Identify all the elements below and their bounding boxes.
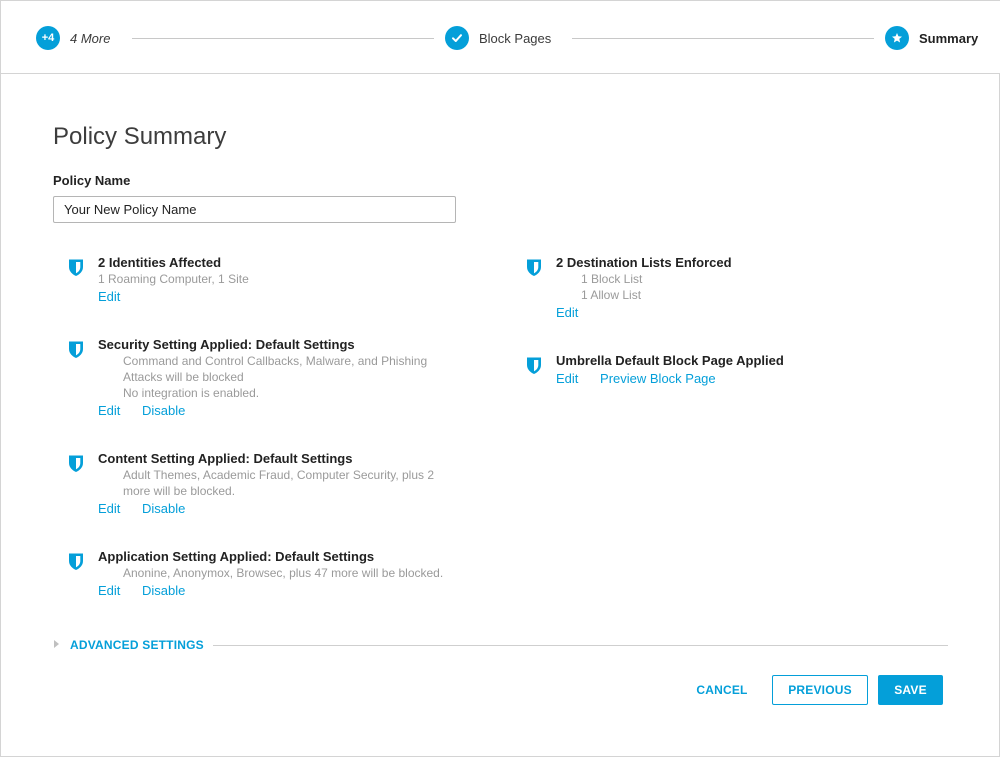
page-title: Policy Summary <box>53 123 227 150</box>
shield-icon <box>69 455 83 472</box>
application-disable-link[interactable]: Disable <box>142 583 185 598</box>
security-integration-note: No integration is enabled. <box>123 386 260 400</box>
shield-icon <box>527 259 541 276</box>
security-disable-link[interactable]: Disable <box>142 403 185 418</box>
advanced-settings-toggle[interactable]: ADVANCED SETTINGS <box>70 638 204 652</box>
policy-name-label: Policy Name <box>53 173 131 188</box>
step-block-pages-label: Block Pages <box>479 30 552 46</box>
content-edit-link[interactable]: Edit <box>98 501 120 516</box>
destination-lists-title: 2 Destination Lists Enforced <box>556 255 732 270</box>
star-icon <box>885 26 909 50</box>
shield-icon <box>527 357 541 374</box>
block-list-count: 1 Block List <box>581 272 643 286</box>
policy-wizard-window: +4 4 More Block Pages Summary Policy Sum… <box>0 0 1000 757</box>
shield-icon <box>69 259 83 276</box>
identities-summary: 2 Identities Affected 1 Roaming Computer… <box>68 255 488 315</box>
step-summary[interactable]: Summary <box>885 25 978 51</box>
step-more-label: 4 More <box>70 30 111 46</box>
application-edit-link[interactable]: Edit <box>98 583 120 598</box>
block-page-edit-link[interactable]: Edit <box>556 371 578 386</box>
step-summary-label: Summary <box>919 30 979 46</box>
application-desc: Anonine, Anonymox, Browsec, plus 47 more… <box>123 566 444 580</box>
step-count-badge: +4 <box>36 26 60 50</box>
identities-edit-link[interactable]: Edit <box>98 289 120 304</box>
allow-list-count: 1 Allow List <box>581 288 642 302</box>
shield-icon <box>69 553 83 570</box>
destination-lists-edit-link[interactable]: Edit <box>556 305 578 320</box>
wizard-stepper: +4 4 More Block Pages Summary <box>1 1 1000 74</box>
check-icon <box>445 26 469 50</box>
step-connector <box>572 38 874 39</box>
security-desc: Command and Control Callbacks, Malware, … <box>123 354 428 384</box>
content-disable-link[interactable]: Disable <box>142 501 185 516</box>
security-title: Security Setting Applied: Default Settin… <box>98 337 355 352</box>
caret-right-icon[interactable] <box>54 640 59 648</box>
step-block-pages[interactable]: Block Pages <box>445 25 551 51</box>
application-summary: Application Setting Applied: Default Set… <box>68 549 488 605</box>
cancel-button[interactable]: CANCEL <box>689 675 755 705</box>
save-button[interactable]: SAVE <box>878 675 943 705</box>
block-page-title: Umbrella Default Block Page Applied <box>556 353 784 368</box>
divider <box>213 645 948 646</box>
step-connector <box>132 38 434 39</box>
identities-desc: 1 Roaming Computer, 1 Site <box>98 272 249 286</box>
shield-icon <box>69 341 83 358</box>
identities-title: 2 Identities Affected <box>98 255 222 270</box>
security-summary: Security Setting Applied: Default Settin… <box>68 337 488 418</box>
destination-lists-summary: 2 Destination Lists Enforced 1 Block Lis… <box>526 255 946 325</box>
policy-name-input[interactable] <box>53 196 456 223</box>
content-desc: Adult Themes, Academic Fraud, Computer S… <box>123 468 435 498</box>
content-summary: Content Setting Applied: Default Setting… <box>68 451 488 521</box>
application-title: Application Setting Applied: Default Set… <box>98 549 375 564</box>
block-page-summary: Umbrella Default Block Page Applied Edit… <box>526 353 946 393</box>
content-title: Content Setting Applied: Default Setting… <box>98 451 353 466</box>
security-edit-link[interactable]: Edit <box>98 403 120 418</box>
preview-block-page-link[interactable]: Preview Block Page <box>600 371 716 386</box>
step-more[interactable]: +4 4 More <box>36 25 110 51</box>
previous-button[interactable]: PREVIOUS <box>772 675 868 705</box>
